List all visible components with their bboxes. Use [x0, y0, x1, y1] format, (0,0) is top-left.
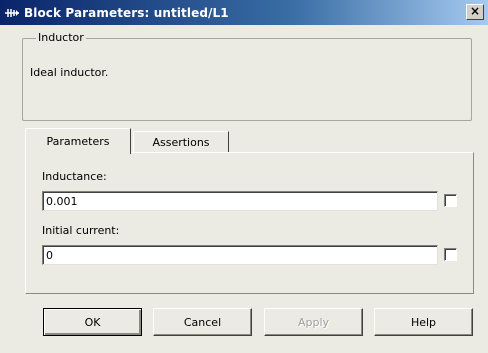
inductor-groupbox — [22, 38, 472, 121]
initial-current-label: Initial current: — [42, 224, 120, 237]
inductance-checkbox[interactable] — [444, 194, 457, 207]
block-diagram-icon — [0, 0, 24, 25]
cancel-button[interactable]: Cancel — [153, 308, 252, 336]
window-title: Block Parameters: untitled/L1 — [24, 5, 229, 20]
ok-button[interactable]: OK — [43, 308, 142, 336]
title-bar[interactable]: Block Parameters: untitled/L1 × — [0, 0, 488, 25]
block-description: Ideal inductor. — [30, 66, 109, 79]
tab-assertions-label: Assertions — [152, 135, 210, 149]
tab-parameters-label: Parameters — [46, 135, 110, 148]
inductance-input[interactable] — [42, 191, 438, 211]
close-icon[interactable]: × — [466, 4, 484, 20]
groupbox-legend: Inductor — [36, 31, 86, 44]
apply-button[interactable]: Apply — [264, 308, 363, 336]
help-button[interactable]: Help — [374, 308, 473, 336]
tab-assertions[interactable]: Assertions — [133, 131, 229, 152]
initial-current-input[interactable] — [42, 245, 438, 265]
inductance-label: Inductance: — [42, 170, 107, 183]
initial-current-checkbox[interactable] — [444, 248, 457, 261]
tab-parameters[interactable]: Parameters — [25, 128, 131, 154]
